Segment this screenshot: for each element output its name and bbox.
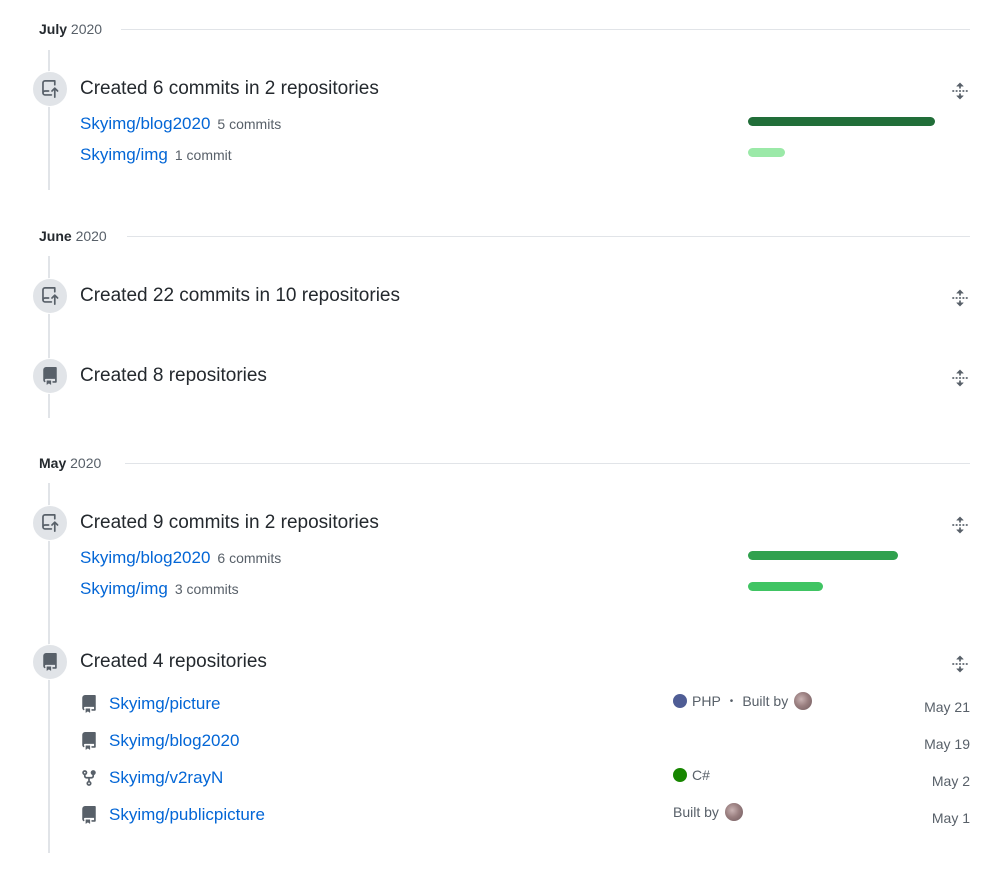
repo-link[interactable]: Skyimg/picture (109, 694, 220, 714)
repo-meta: C# (673, 765, 710, 785)
built-by-label: Built by (673, 804, 719, 820)
language-label: PHP (692, 693, 721, 709)
repo-icon (43, 367, 57, 385)
language-color-dot (673, 694, 687, 708)
commit-bar (748, 148, 785, 157)
repo-link[interactable]: Skyimg/blog2020 (109, 731, 239, 751)
month-divider (121, 29, 970, 30)
commit-repo-row: Skyimg/blog2020 5 commits (80, 113, 281, 135)
event-title: Created 8 repositories (80, 365, 267, 386)
repo-icon (43, 653, 57, 671)
expand-collapse-button[interactable] (949, 287, 971, 309)
event-badge (32, 505, 68, 541)
language-color-dot (673, 768, 687, 782)
language-label: C# (692, 767, 710, 783)
event-badge (32, 644, 68, 680)
expand-collapse-button[interactable] (949, 80, 971, 102)
commit-bar (748, 551, 898, 560)
event-title: Created 4 repositories (80, 651, 267, 672)
separator-dot: • (729, 695, 734, 707)
created-repo-item: Skyimg/blog2020 (80, 729, 239, 753)
event-badge (32, 278, 68, 314)
avatar[interactable] (794, 692, 813, 710)
month-name: July (39, 21, 68, 37)
repo-date: May 1 (931, 810, 970, 826)
month-year: 2020 (70, 21, 103, 37)
expand-collapse-button[interactable] (949, 514, 971, 536)
repo-date: May 2 (931, 773, 970, 789)
month-heading-may-2020: May 2020 (39, 453, 970, 473)
commit-count-link[interactable]: 1 commit (175, 147, 232, 163)
repo-icon (80, 695, 98, 713)
month-year: 2020 (70, 455, 102, 471)
built-by-label: Built by (742, 693, 789, 709)
commit-bar (748, 117, 935, 126)
event-badge (32, 358, 68, 394)
repo-push-icon (42, 287, 59, 305)
repo-link[interactable]: Skyimg/blog2020 (80, 114, 210, 133)
event-title: Created 6 commits in 2 repositories (80, 78, 379, 99)
created-repo-item: Skyimg/publicpicture (80, 803, 265, 827)
repo-icon (80, 806, 98, 824)
repo-icon (80, 732, 98, 750)
month-name: May (39, 455, 67, 471)
repo-link[interactable]: Skyimg/blog2020 (80, 548, 210, 567)
commit-repo-row: Skyimg/blog2020 6 commits (80, 547, 281, 569)
month-divider (127, 236, 970, 237)
repo-push-icon (42, 514, 59, 532)
repo-forked-icon (80, 769, 98, 787)
month-divider (125, 463, 970, 464)
month-year: 2020 (75, 228, 107, 244)
expand-collapse-button[interactable] (949, 367, 971, 389)
repo-meta: PHP • Built by (673, 691, 813, 711)
commit-repo-row: Skyimg/img 3 commits (80, 578, 239, 600)
unfold-icon (952, 655, 968, 673)
created-repo-item: Skyimg/v2rayN (80, 766, 223, 790)
created-repo-item: Skyimg/picture (80, 692, 220, 716)
repo-link[interactable]: Skyimg/img (80, 579, 168, 598)
event-title: Created 9 commits in 2 repositories (80, 512, 379, 533)
unfold-icon (952, 289, 968, 307)
commit-count-link[interactable]: 6 commits (217, 550, 281, 566)
commit-bar (748, 582, 823, 591)
month-name: June (39, 228, 72, 244)
unfold-icon (952, 82, 968, 100)
repo-link[interactable]: Skyimg/v2rayN (109, 768, 223, 788)
avatar[interactable] (724, 803, 743, 821)
repo-date: May 21 (924, 699, 970, 715)
repo-push-icon (42, 80, 59, 98)
unfold-icon (952, 516, 968, 534)
event-badge (32, 71, 68, 107)
repo-date: May 19 (924, 736, 970, 752)
event-title: Created 22 commits in 10 repositories (80, 285, 400, 306)
commit-count-link[interactable]: 5 commits (217, 116, 281, 132)
repo-meta: Built by (673, 802, 743, 822)
expand-collapse-button[interactable] (949, 653, 971, 675)
repo-link[interactable]: Skyimg/publicpicture (109, 805, 265, 825)
commit-repo-row: Skyimg/img 1 commit (80, 144, 232, 166)
month-heading-july-2020: July 2020 (39, 19, 970, 39)
repo-link[interactable]: Skyimg/img (80, 145, 168, 164)
commit-count-link[interactable]: 3 commits (175, 581, 239, 597)
month-heading-june-2020: June 2020 (39, 226, 970, 246)
unfold-icon (952, 369, 968, 387)
